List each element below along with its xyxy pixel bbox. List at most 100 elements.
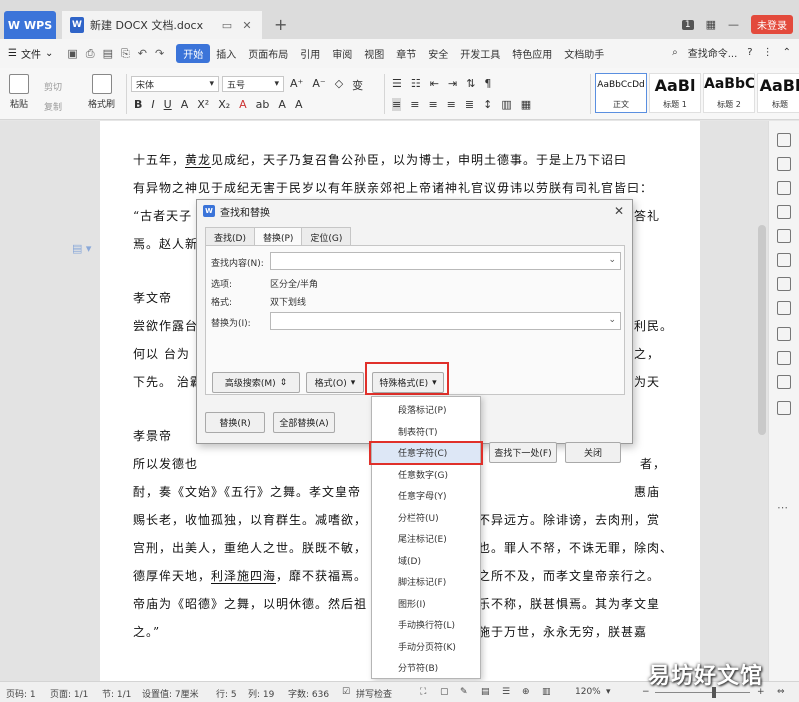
document-line[interactable]: 酎，奏《文始》《五行》之舞。孝文皇帝 <box>133 483 361 500</box>
document-line[interactable]: 孝景帝 <box>133 427 172 444</box>
clear-format-icon[interactable]: ◇ <box>335 77 343 93</box>
document-line[interactable]: 德厚侔天地，利泽施四海，靡不获福焉。 <box>133 567 367 584</box>
tab-features[interactable]: 特色应用 <box>506 46 558 61</box>
special-format-item[interactable]: 尾注标记(E) <box>372 528 480 549</box>
underline-icon[interactable]: U <box>164 98 172 111</box>
style-heading-1[interactable]: AaBl 标题 1 <box>649 73 701 113</box>
advanced-search-button[interactable]: 高级搜索(M) ⇕ <box>212 372 300 393</box>
tab-references[interactable]: 引用 <box>294 46 326 61</box>
document-line[interactable]: 赐长老，收恤孤独，以育群生。减嗜欲， <box>133 511 367 528</box>
style-normal[interactable]: AaBbCcDd 正文 <box>595 73 647 113</box>
spell-check-icon[interactable]: ☑ <box>342 687 350 697</box>
zoom-level[interactable]: 120% <box>575 687 601 697</box>
document-line[interactable]: 下先。 治霸 <box>133 373 203 390</box>
align-center-icon[interactable]: ≡ <box>410 98 419 111</box>
special-format-item[interactable]: 段落标记(P) <box>372 399 480 420</box>
font-size-select[interactable]: 五号 ▾ <box>222 76 284 92</box>
special-format-item[interactable]: 任意数字(G) <box>372 464 480 485</box>
numbering-icon[interactable]: ☷ <box>411 77 421 90</box>
tab-replace[interactable]: 替换(P) <box>253 227 303 246</box>
document-line-fragment[interactable]: 施于万世，永永无穷，朕甚嘉 <box>478 623 647 640</box>
strikethrough-icon[interactable]: A <box>181 98 189 111</box>
pencil-icon[interactable] <box>777 157 791 171</box>
search-icon[interactable]: ⌕ <box>672 47 678 58</box>
outline-view-icon[interactable]: ☰ <box>502 687 510 697</box>
document-line[interactable]: “古者天子 <box>133 207 192 224</box>
bold-icon[interactable]: B <box>134 98 142 111</box>
document-line-fragment[interactable]: 之所不及，而孝文皇帝亲行之。 <box>478 567 660 584</box>
document-line-fragment[interactable]: 惠庙 <box>634 483 660 500</box>
tile-icon[interactable]: ▦ <box>706 18 716 31</box>
special-format-item[interactable]: 图形(I) <box>372 593 480 614</box>
document-line[interactable]: 焉。赵人新 <box>133 235 198 252</box>
special-format-item[interactable]: 脚注标记(F) <box>372 571 480 592</box>
line-spacing-icon[interactable]: ↕ <box>483 98 492 111</box>
help-icon[interactable]: ? <box>747 47 752 58</box>
find-next-button[interactable]: 查找下一处(F) <box>489 442 557 463</box>
window-count-badge[interactable]: 1 <box>681 19 694 30</box>
fit-width-icon[interactable]: ⇔ <box>777 687 785 697</box>
new-tab-button[interactable]: + <box>274 15 287 34</box>
collapse-panel-icon[interactable] <box>777 133 791 147</box>
paragraph-marker-icon[interactable]: ▤ ▾ <box>72 242 91 255</box>
format-painter-button[interactable]: 格式刷 <box>88 74 115 110</box>
login-button[interactable]: 未登录 <box>751 15 793 34</box>
find-input[interactable]: ⌄ <box>270 252 621 270</box>
styles-panel-icon[interactable] <box>777 205 791 219</box>
tab-doc-assistant[interactable]: 文档助手 <box>558 46 610 61</box>
dialog-title-bar[interactable]: W 查找和替换 <box>197 200 632 222</box>
page-view-icon[interactable]: ▤ <box>481 687 490 697</box>
special-format-item[interactable]: 分栏符(U) <box>372 507 480 528</box>
wps-home-tab[interactable]: W WPS <box>4 11 56 39</box>
tab-developer[interactable]: 开发工具 <box>454 46 506 61</box>
document-line[interactable]: 孝文帝 <box>133 289 172 306</box>
table-icon[interactable] <box>777 301 791 315</box>
italic-icon[interactable]: I <box>151 98 154 111</box>
command-search[interactable]: 查找命令... <box>688 45 738 60</box>
tab-close-icon[interactable]: ✕ <box>240 19 254 32</box>
vertical-scrollbar-thumb[interactable] <box>758 225 766 435</box>
sort-icon[interactable]: ⇅ <box>466 77 475 90</box>
bullets-icon[interactable]: ☰ <box>392 77 402 90</box>
shading-icon[interactable]: ▥ <box>501 98 511 111</box>
subscript-icon[interactable]: X₂ <box>218 98 230 111</box>
dialog-close-icon[interactable]: ✕ <box>614 204 624 218</box>
decrease-indent-icon[interactable]: ⇤ <box>430 77 439 90</box>
zoom-dropdown-icon[interactable]: ▾ <box>606 687 611 697</box>
document-line[interactable]: 十五年，黄龙见成纪，天子乃复召鲁公孙臣，以为博士，申明土德事。于是上乃下诏曰 <box>133 151 627 168</box>
paste-button[interactable]: 粘贴 <box>9 74 29 110</box>
special-format-item[interactable]: 制表符(T) <box>372 421 480 442</box>
document-line-fragment[interactable]: 者， <box>640 455 666 472</box>
tab-find[interactable]: 查找(D) <box>205 227 255 247</box>
document-line-fragment[interactable]: 乐不称，朕甚惧焉。其为孝文皇 <box>478 595 660 612</box>
status-column[interactable]: 列: 19 <box>248 687 274 700</box>
increase-indent-icon[interactable]: ⇥ <box>448 77 457 90</box>
document-line-fragment[interactable]: 答礼 <box>634 207 660 224</box>
minimize-icon[interactable]: — <box>728 18 739 31</box>
document-line-fragment[interactable]: 利民。 <box>634 317 673 334</box>
dialog-close-button[interactable]: 关闭 <box>565 442 621 463</box>
more-tools-icon[interactable]: ⋯ <box>777 501 791 515</box>
document-line[interactable]: 有异物之神见于成纪无害于民岁以有年朕亲郊祀上帝诸神礼官议毋讳以劳朕有司礼官皆曰： <box>133 179 653 196</box>
document-line[interactable]: 何以 台为 <box>133 345 190 362</box>
special-format-item[interactable]: 分节符(B) <box>372 657 480 678</box>
status-position[interactable]: 设置值: 7厘米 <box>142 687 199 700</box>
export-pdf-icon[interactable]: ⎘ <box>121 47 130 61</box>
document-line[interactable]: 尝欲作露台 <box>133 317 198 334</box>
tab-security[interactable]: 安全 <box>422 46 454 61</box>
status-page[interactable]: 页码: 1 <box>6 687 36 700</box>
document-tab[interactable]: W 新建 DOCX 文档.docx ▭ ✕ <box>62 11 262 39</box>
special-format-item[interactable]: 任意字母(Y) <box>372 485 480 506</box>
char-border-icon[interactable]: A <box>295 98 303 111</box>
font-color-icon[interactable]: A <box>239 98 247 111</box>
align-left-icon[interactable]: ≡ <box>392 98 402 111</box>
replace-button[interactable]: 替换(R) <box>205 412 265 433</box>
focus-mode-icon[interactable]: ⛶ <box>420 687 426 697</box>
tab-home[interactable]: 开始 <box>176 44 211 63</box>
tab-view[interactable]: 视图 <box>358 46 390 61</box>
redo-icon[interactable]: ↷ <box>155 47 164 61</box>
history-icon[interactable] <box>777 375 791 389</box>
chevron-down-icon[interactable]: ⌄ <box>608 255 616 265</box>
style-title[interactable]: AaBl 标题 <box>757 73 799 113</box>
special-format-item[interactable]: 域(D) <box>372 550 480 571</box>
